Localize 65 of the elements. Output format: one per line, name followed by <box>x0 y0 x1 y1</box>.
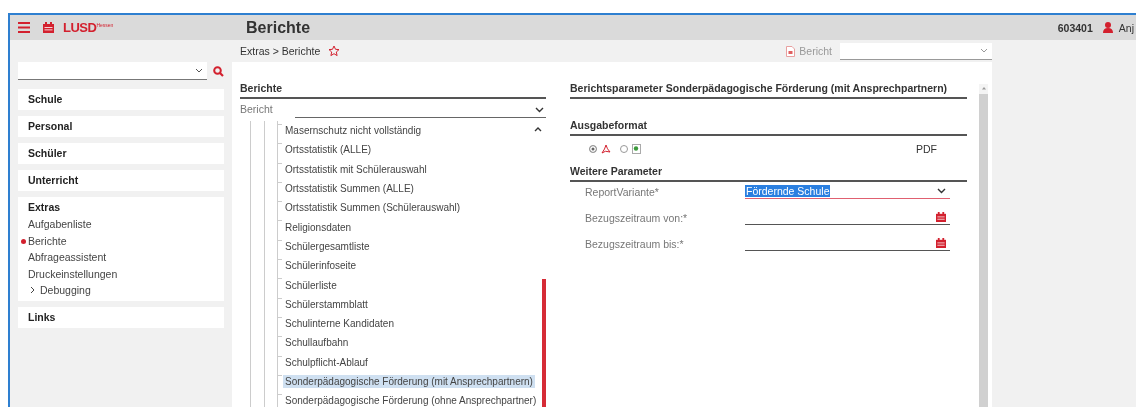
section-heading: Berichte <box>240 82 546 99</box>
nav-section-title[interactable]: Schule <box>28 93 224 106</box>
scrollbar-thumb[interactable] <box>542 279 546 407</box>
report-list-item[interactable]: Ortsstatistik mit Schülerauswahl <box>283 162 429 176</box>
field-label: Bezugszeitraum bis:* <box>585 237 685 250</box>
report-list-item[interactable]: Masernschutz nicht vollständig <box>283 124 424 138</box>
app-logo[interactable]: LUSD$^{Hessen}$ <box>63 20 114 35</box>
section-heading: Ausgabeformat <box>570 119 967 136</box>
report-list-item[interactable]: Schullaufbahn <box>283 336 351 350</box>
date-field[interactable] <box>745 236 950 251</box>
nav-section-title[interactable]: Personal <box>28 120 224 133</box>
chevron-down-icon <box>535 107 544 113</box>
report-list-item[interactable]: Schulpflicht-Ablauf <box>283 355 370 369</box>
nav-section-title[interactable]: Schüler <box>28 147 224 160</box>
nav-section-title[interactable]: Links <box>28 310 224 324</box>
report-list-item[interactable]: Schülerinfoseite <box>283 259 359 273</box>
select-field[interactable]: Fördernde Schule <box>745 184 950 199</box>
nav-item[interactable]: Aufgabenliste <box>28 218 224 231</box>
chevron-right-icon <box>30 286 35 295</box>
user-icon[interactable] <box>1102 22 1113 33</box>
calendar-icon <box>936 212 946 222</box>
report-list-item[interactable]: Religionsdaten <box>283 220 354 234</box>
report-list-item[interactable]: Ortsstatistik Summen (Schülerauswahl) <box>283 201 463 215</box>
spreadsheet-icon <box>632 143 641 154</box>
format-value: PDF <box>916 142 937 155</box>
field-label: ReportVariante* <box>585 185 660 198</box>
report-list-item[interactable]: Sonderpädagogische Förderung (mit Ansprechpartnern) <box>283 375 535 388</box>
nav-item[interactable]: Abfrageassistent <box>28 251 224 264</box>
document-icon <box>786 45 796 57</box>
section-heading: Berichtsparameter Sonderpädagogische Förderung (mit Ansprechpartnern) <box>570 82 967 99</box>
report-list-item[interactable]: Schülerstammblatt <box>283 297 370 311</box>
navigation-search-field[interactable] <box>18 62 207 80</box>
field-label: Bericht <box>240 103 274 115</box>
field-label: Bezugszeitraum von:* <box>585 211 689 224</box>
report-label: Bericht <box>799 45 832 57</box>
scroll-up-icon[interactable] <box>534 127 542 132</box>
date-field[interactable] <box>745 210 950 225</box>
page-title: Berichte <box>246 18 311 37</box>
breadcrumb[interactable]: Extras > Berichte <box>240 45 321 57</box>
report-list-item[interactable]: Ortsstatistik Summen (ALLE) <box>283 182 416 196</box>
chevron-down-icon <box>195 68 203 73</box>
menu-icon[interactable] <box>18 22 30 33</box>
nav-item[interactable]: Druckeinstellungen <box>28 267 224 280</box>
nav-section-title[interactable]: Unterricht <box>28 174 224 187</box>
report-list-item[interactable]: Schülerliste <box>283 278 339 292</box>
nav-item[interactable]: Debugging <box>28 284 224 297</box>
report-list-item[interactable]: Schülergesamtliste <box>283 239 372 253</box>
nav-section-title[interactable]: Extras <box>28 201 224 214</box>
scrollbar[interactable] <box>979 84 988 407</box>
user-name[interactable]: Anj <box>1118 21 1134 34</box>
client-id: 603401 <box>1057 21 1093 34</box>
chevron-down-icon <box>937 188 946 194</box>
section-heading: Weitere Parameter <box>570 165 967 182</box>
report-list-item[interactable]: Sonderpädagogische Förderung (ohne Ansprechpartner) <box>283 394 539 407</box>
star-icon[interactable] <box>328 45 341 57</box>
search-icon[interactable] <box>213 65 224 77</box>
format-radio[interactable] <box>589 144 597 153</box>
nav-item[interactable]: Berichte <box>28 234 224 247</box>
calendar-icon[interactable] <box>43 22 54 33</box>
report-list-item[interactable]: Schulinterne Kandidaten <box>283 317 396 331</box>
report-select[interactable] <box>840 42 992 60</box>
chevron-down-icon <box>980 48 988 53</box>
calendar-icon <box>936 238 946 248</box>
report-list-item[interactable]: Ortsstatistik (ALLE) <box>283 143 374 157</box>
format-radio[interactable] <box>620 144 628 153</box>
